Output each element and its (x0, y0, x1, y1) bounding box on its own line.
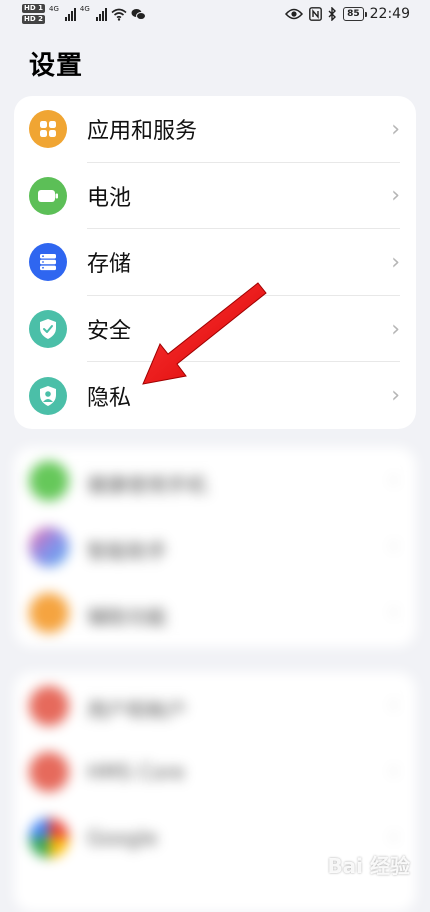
baidu-watermark: Bai 经验 (327, 854, 410, 878)
settings-item-label: 电池 (87, 185, 132, 211)
battery-indicator: 85 (343, 7, 367, 21)
chevron-right-icon: › (390, 467, 398, 491)
privacy-icon (29, 376, 67, 415)
settings-item-label: 应用和服务 (87, 119, 198, 145)
settings-item-privacy[interactable]: 隐私 › (14, 362, 416, 429)
blurred-item[interactable]: HMS Core › (14, 738, 416, 804)
security-shield-icon (29, 310, 67, 349)
settings-item-label: 存储 (87, 252, 132, 278)
settings-item-label: 安全 (87, 319, 132, 345)
chevron-right-icon: › (391, 183, 400, 209)
wechat-icon (131, 8, 146, 20)
status-left: HD 1 HD 2 4G 4G (22, 4, 146, 24)
blurred-item-label: 辅助功能 (87, 605, 167, 629)
assistant-icon (29, 527, 69, 567)
signal-icon-2 (95, 7, 107, 21)
blurred-item[interactable]: 辅助功能 › (14, 579, 416, 645)
settings-item-apps-services[interactable]: 应用和服务 › (14, 96, 416, 163)
apps-icon (29, 110, 67, 149)
settings-item-security[interactable]: 安全 › (14, 296, 416, 363)
google-icon (29, 818, 69, 858)
eye-icon (285, 8, 304, 20)
health-icon (29, 461, 69, 501)
hd1-badge: HD 1 (22, 4, 45, 13)
chevron-right-icon: › (391, 316, 400, 342)
battery-icon (29, 176, 67, 215)
network-type-2: 4G (79, 5, 90, 13)
blurred-settings-card-1: 健康使用手机 › 智能助手 › 辅助功能 › (14, 447, 416, 647)
chevron-right-icon: › (390, 599, 398, 623)
blurred-item-label: 健康使用手机 (87, 473, 207, 497)
chevron-right-icon: › (390, 758, 398, 782)
blurred-item-label: Google (87, 826, 158, 850)
settings-item-label: 隐私 (87, 385, 132, 411)
status-time: 22:49 (369, 6, 410, 22)
chevron-right-icon: › (391, 116, 400, 142)
user-account-icon (29, 686, 69, 726)
bluetooth-icon (328, 7, 337, 21)
blurred-item[interactable]: 用户和帐户 › (14, 672, 416, 738)
signal-icon (64, 7, 76, 21)
blurred-item[interactable]: 智能助手 › (14, 513, 416, 579)
blurred-item-label: 智能助手 (87, 539, 167, 563)
chevron-right-icon: › (390, 824, 398, 848)
network-type-1: 4G (48, 5, 59, 13)
chevron-right-icon: › (390, 533, 398, 557)
blurred-item-label: HMS Core (87, 760, 185, 784)
chevron-right-icon: › (390, 692, 398, 716)
chevron-right-icon: › (391, 383, 400, 409)
hd-badges: HD 1 HD 2 (22, 4, 45, 24)
settings-item-storage[interactable]: 存储 › (14, 229, 416, 296)
blurred-item-label: 用户和帐户 (87, 698, 187, 722)
storage-icon (29, 243, 67, 282)
accessibility-icon (29, 593, 69, 633)
settings-card: 应用和服务 › 电池 › 存储 › 安全 › 隐私 › (14, 96, 416, 429)
blurred-item[interactable]: 健康使用手机 › (14, 447, 416, 513)
chevron-right-icon: › (391, 249, 400, 275)
hd2-badge: HD 2 (22, 15, 45, 24)
nfc-icon (309, 7, 323, 21)
status-bar: HD 1 HD 2 4G 4G 85 22:49 (0, 0, 430, 32)
status-right: 85 22:49 (285, 6, 410, 22)
page-title: 设置 (29, 51, 84, 81)
wifi-icon (111, 8, 127, 21)
hms-core-icon (29, 752, 69, 792)
settings-item-battery[interactable]: 电池 › (14, 163, 416, 230)
